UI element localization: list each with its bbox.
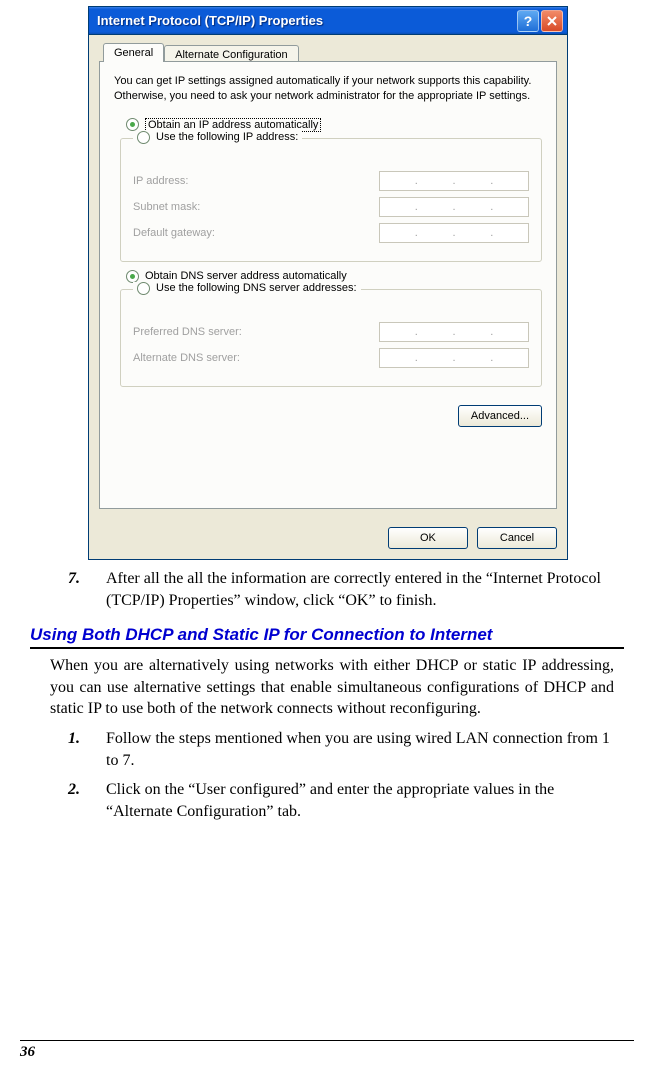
- input-preferred-dns[interactable]: ...: [379, 322, 529, 342]
- cancel-button[interactable]: Cancel: [477, 527, 557, 549]
- close-icon: [547, 16, 557, 26]
- step-1: 1. Follow the steps mentioned when you a…: [68, 728, 614, 771]
- tab-panel-general: You can get IP settings assigned automat…: [99, 61, 557, 509]
- label-ip-address: IP address:: [133, 175, 188, 187]
- input-ip-address[interactable]: ...: [379, 171, 529, 191]
- step-text: Click on the “User configured” and enter…: [106, 779, 614, 822]
- section-heading: Using Both DHCP and Static IP for Connec…: [30, 625, 634, 645]
- intro-text: You can get IP settings assigned automat…: [114, 74, 542, 104]
- label-default-gateway: Default gateway:: [133, 227, 215, 239]
- radio-use-dns[interactable]: Use the following DNS server addresses:: [156, 282, 357, 294]
- input-alternate-dns[interactable]: ...: [379, 348, 529, 368]
- radio-use-ip[interactable]: Use the following IP address:: [156, 131, 298, 143]
- step-2: 2. Click on the “User configured” and en…: [68, 779, 614, 822]
- step-number: 1.: [68, 728, 88, 771]
- tcp-ip-properties-dialog: Internet Protocol (TCP/IP) Properties ? …: [88, 6, 568, 560]
- label-alternate-dns: Alternate DNS server:: [133, 352, 240, 364]
- step-text: After all the all the information are co…: [106, 568, 614, 611]
- section-paragraph: When you are alternatively using network…: [50, 655, 614, 720]
- radio-obtain-ip[interactable]: Obtain an IP address automatically: [126, 118, 542, 132]
- tab-general[interactable]: General: [103, 43, 164, 62]
- input-subnet-mask[interactable]: ...: [379, 197, 529, 217]
- titlebar: Internet Protocol (TCP/IP) Properties ?: [89, 7, 567, 35]
- advanced-button[interactable]: Advanced...: [458, 405, 542, 427]
- help-button[interactable]: ?: [517, 10, 539, 32]
- radio-icon: [137, 131, 150, 144]
- window-title: Internet Protocol (TCP/IP) Properties: [97, 13, 515, 28]
- radio-icon: [137, 282, 150, 295]
- step-number: 2.: [68, 779, 88, 822]
- radio-label: Obtain an IP address automatically: [145, 118, 321, 132]
- radio-icon: [126, 118, 139, 131]
- step-7: 7. After all the all the information are…: [68, 568, 614, 611]
- page-number: 36: [20, 1044, 35, 1060]
- ok-button[interactable]: OK: [388, 527, 468, 549]
- step-number: 7.: [68, 568, 88, 611]
- input-default-gateway[interactable]: ...: [379, 223, 529, 243]
- radio-label: Obtain DNS server address automatically: [145, 270, 347, 282]
- close-button[interactable]: [541, 10, 563, 32]
- page-footer: 36: [20, 1032, 634, 1061]
- heading-rule: [30, 647, 624, 649]
- label-preferred-dns: Preferred DNS server:: [133, 326, 242, 338]
- step-text: Follow the steps mentioned when you are …: [106, 728, 614, 771]
- label-subnet-mask: Subnet mask:: [133, 201, 200, 213]
